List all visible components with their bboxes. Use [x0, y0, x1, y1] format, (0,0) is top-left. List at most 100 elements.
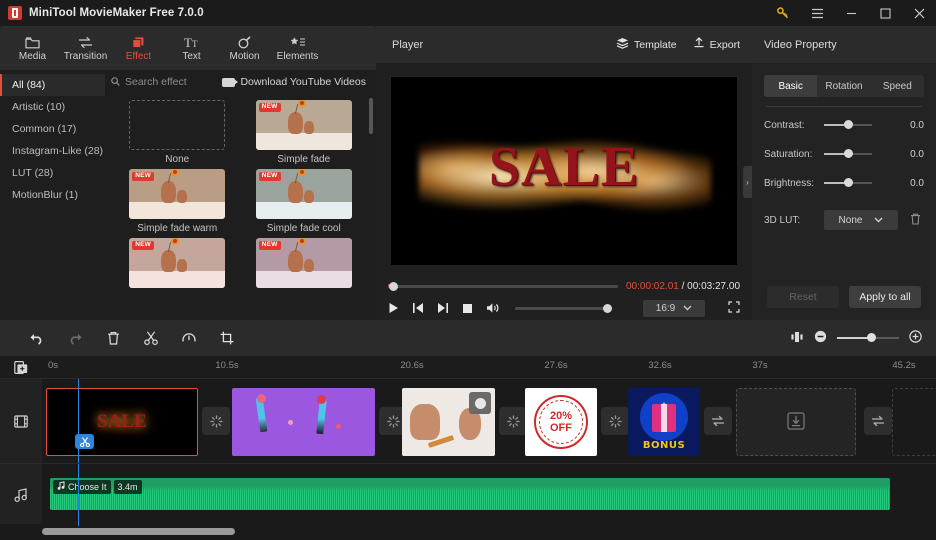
media-drop-placeholder[interactable] [736, 388, 856, 456]
export-icon [693, 37, 705, 52]
category-item-lut[interactable]: LUT (28) [0, 162, 105, 184]
trash-icon[interactable] [94, 320, 132, 356]
effect-item-simple-fade-warm[interactable]: NEW Simple fade warm [119, 169, 236, 235]
effect-thumb: NEW [255, 238, 352, 288]
brightness-slider[interactable] [824, 178, 872, 187]
stop-icon[interactable] [462, 303, 473, 314]
zoom-slider[interactable] [837, 333, 899, 342]
effects-scrollbar[interactable] [369, 98, 373, 134]
category-item-instagram-like[interactable]: Instagram-Like (28) [0, 140, 105, 162]
fit-timeline-icon[interactable] [790, 331, 804, 346]
export-button[interactable]: Export [693, 37, 740, 52]
ruler-tick: 0s [48, 360, 59, 371]
timeline-clip-hands[interactable] [402, 388, 495, 456]
category-item-motionblur[interactable]: MotionBlur (1) [0, 184, 105, 206]
previous-frame-icon[interactable] [412, 302, 424, 314]
next-frame-icon[interactable] [437, 302, 449, 314]
transition-slot-swap[interactable] [704, 407, 732, 435]
tab-speed[interactable]: Speed [871, 75, 924, 97]
elements-icon [290, 34, 306, 49]
timeline-scrollbar[interactable] [0, 524, 936, 540]
effect-item-simple-fade-cool[interactable]: NEW Simple fade cool [246, 169, 363, 235]
transition-slot-swap[interactable] [864, 407, 892, 435]
contrast-row: Contrast: 0.0 [764, 112, 924, 138]
timeline-audio-clip[interactable]: Choose It 3.4m [50, 478, 890, 510]
reset-button[interactable]: Reset [767, 286, 839, 308]
fullscreen-icon[interactable] [728, 300, 740, 316]
apply-to-all-button[interactable]: Apply to all [849, 286, 921, 308]
audio-track-body[interactable]: Choose It 3.4m [42, 464, 936, 526]
key-icon[interactable] [766, 0, 800, 26]
category-item-common[interactable]: Common (17) [0, 118, 105, 140]
tab-basic[interactable]: Basic [764, 75, 818, 97]
add-media-icon[interactable] [0, 356, 42, 378]
preview-canvas[interactable]: SALE [391, 77, 737, 265]
video-track-body[interactable]: SALE 20% OFF BONUS [42, 379, 936, 463]
timeline-clip-stamp[interactable]: 20% OFF [525, 388, 597, 456]
effect-label: Simple fade cool [266, 223, 341, 234]
category-item-all[interactable]: All (84) [0, 74, 105, 96]
aspect-ratio-select[interactable]: 16:9 [643, 299, 705, 317]
collapse-panel-button[interactable]: › [743, 166, 752, 198]
toolbar-item-media[interactable]: Media [6, 26, 59, 70]
player-pane: Player Template Export SALE 00:00:02.01 … [376, 26, 752, 320]
tab-rotation[interactable]: Rotation [817, 75, 870, 97]
bonus-text: BONUS [642, 440, 686, 451]
media-drop-placeholder-end[interactable] [892, 388, 936, 456]
timeline-scrollbar-thumb[interactable] [42, 528, 235, 535]
volume-icon[interactable] [486, 302, 500, 314]
toolbar-item-effect[interactable]: Effect [112, 26, 165, 70]
timeline-clip-bonus[interactable]: BONUS [628, 388, 700, 456]
brightness-handle[interactable] [844, 178, 853, 187]
zoom-in-button[interactable] [909, 330, 922, 346]
effect-item-row3-right[interactable]: NEW [246, 238, 363, 288]
timeline-clip-purple[interactable] [232, 388, 375, 456]
category-list: All (84) Artistic (10) Common (17) Insta… [0, 70, 105, 320]
transition-slot[interactable] [499, 407, 527, 435]
lut-select[interactable]: None [824, 210, 898, 230]
minimize-button[interactable] [834, 0, 868, 26]
zoom-out-button[interactable] [814, 330, 827, 346]
search-input[interactable]: Search effect [125, 76, 187, 88]
scissors-icon[interactable] [132, 320, 170, 356]
maximize-button[interactable] [868, 0, 902, 26]
undo-icon[interactable] [18, 320, 56, 356]
contrast-slider[interactable] [824, 120, 872, 129]
toolbar-item-motion[interactable]: Motion [218, 26, 271, 70]
download-icon [787, 411, 805, 433]
audio-clip-name: Choose It [68, 482, 107, 492]
app-logo-icon [8, 6, 22, 20]
effect-item-row3-left[interactable]: NEW [119, 238, 236, 288]
menu-icon[interactable] [800, 0, 834, 26]
timeline-clip-sale[interactable]: SALE [46, 388, 198, 456]
audio-name-chip: Choose It [53, 480, 111, 494]
saturation-handle[interactable] [844, 149, 853, 158]
volume-slider[interactable] [515, 303, 612, 313]
contrast-handle[interactable] [844, 120, 853, 129]
speed-icon[interactable] [170, 320, 208, 356]
volume-handle[interactable] [603, 303, 612, 313]
template-button[interactable]: Template [616, 37, 677, 52]
seek-handle[interactable] [389, 281, 398, 291]
category-item-artistic[interactable]: Artistic (10) [0, 96, 105, 118]
playhead[interactable] [78, 379, 79, 463]
effect-item-none[interactable]: None [119, 100, 236, 166]
play-icon[interactable] [388, 302, 399, 314]
toolbar-item-elements[interactable]: Elements [271, 26, 324, 70]
timeline-ruler[interactable]: 0s 10.5s 20.6s 27.6s 32.6s 37s 45.2s [0, 356, 936, 378]
redo-icon[interactable] [56, 320, 94, 356]
toolbar-item-transition[interactable]: Transition [59, 26, 112, 70]
effect-item-simple-fade[interactable]: NEW Simple fade [246, 100, 363, 166]
crop-icon[interactable] [208, 320, 246, 356]
playhead[interactable] [78, 464, 79, 526]
saturation-slider[interactable] [824, 149, 872, 158]
transition-slot[interactable] [601, 407, 629, 435]
effects-grid: None NEW Simple fade NEW Simple fade war… [105, 94, 376, 320]
seek-slider[interactable] [388, 281, 618, 291]
download-youtube-button[interactable]: Download YouTube Videos [222, 76, 366, 88]
delete-lut-icon[interactable] [910, 213, 921, 228]
zoom-handle[interactable] [867, 333, 876, 342]
close-button[interactable] [902, 0, 936, 26]
toolbar-item-text[interactable]: TT Text [165, 26, 218, 70]
transition-slot[interactable] [202, 407, 230, 435]
